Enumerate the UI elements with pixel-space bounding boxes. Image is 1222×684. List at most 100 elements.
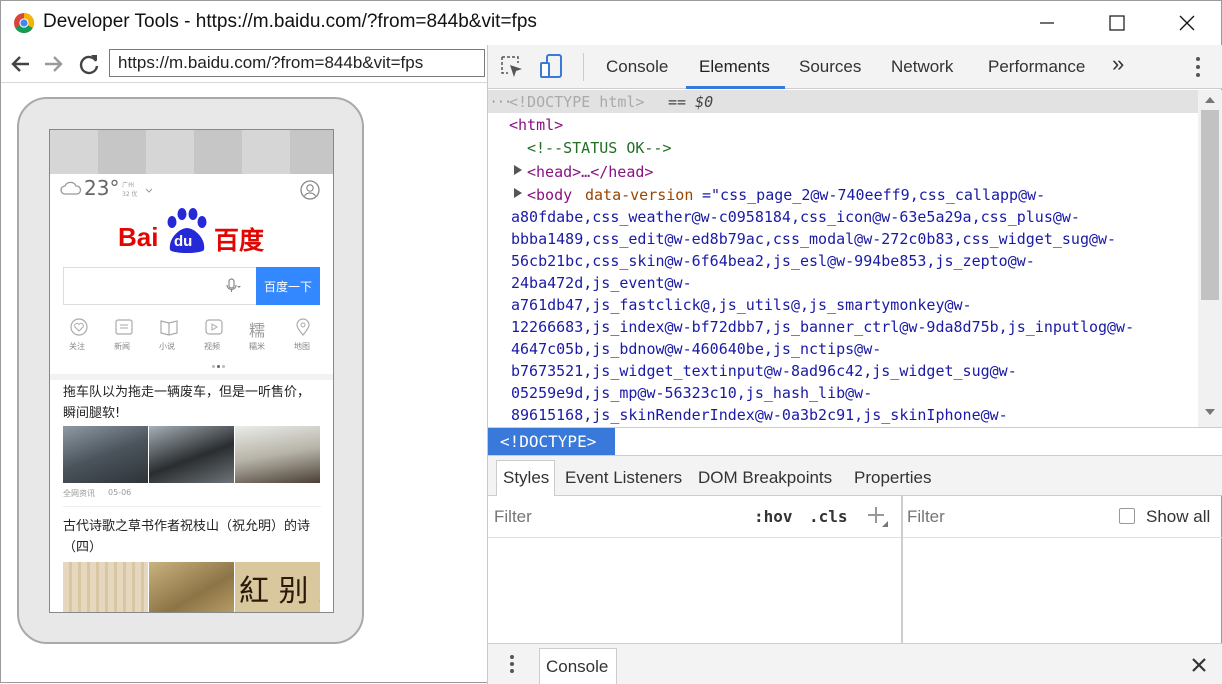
styles-filter-row: :hov .cls Show all [488, 496, 1222, 538]
news-image[interactable] [63, 562, 148, 612]
video-icon[interactable] [205, 318, 223, 336]
dom-body[interactable]: <body [527, 184, 572, 206]
microphone-icon[interactable] [225, 278, 241, 294]
cls-toggle[interactable]: .cls [809, 507, 848, 526]
news-divider [63, 506, 321, 507]
new-style-rule-icon[interactable] [868, 507, 888, 529]
dom-head[interactable]: <head>…</head> [527, 161, 653, 183]
kebab-menu-icon[interactable] [1194, 55, 1202, 79]
tab-dom-breakpoints[interactable]: DOM Breakpoints [698, 468, 832, 488]
close-button[interactable] [1164, 5, 1210, 41]
dom-attr-value-line[interactable]: b7673521,js_widget_textinput@w-8ad96c42,… [511, 360, 1017, 382]
devtools-window: Developer Tools - https://m.baidu.com/?f… [0, 0, 1222, 684]
chrome-logo-icon [14, 13, 34, 33]
book-icon[interactable] [160, 318, 178, 336]
quick-link-label: 关注 [69, 342, 85, 351]
show-all-checkbox[interactable] [1119, 508, 1135, 524]
close-icon [1179, 15, 1195, 31]
elements-dom-tree[interactable]: ··· <!DOCTYPE html> == $0 <html> <!--STA… [488, 90, 1222, 427]
dom-comment[interactable]: <!--STATUS OK--> [527, 137, 672, 159]
inspect-cursor-icon [501, 56, 522, 77]
drawer-tab-console[interactable]: Console [539, 648, 617, 684]
cloud-icon [60, 181, 82, 195]
dom-attr-value-line[interactable]: 56cb21bc,css_skin@w-6f64bea2,js_esl@w-99… [511, 250, 1035, 272]
newspaper-icon[interactable] [115, 318, 133, 336]
styles-computed-divider[interactable] [901, 496, 903, 643]
news-title[interactable]: 古代诗歌之草书作者祝枝山（祝允明）的诗（四） [63, 516, 321, 558]
minimize-icon [1040, 22, 1054, 24]
section-divider [50, 374, 333, 380]
dom-attr-value-line[interactable]: 05259e9d,js_mp@w-56323c10,js_hash_lib@w- [511, 382, 872, 404]
search-button[interactable]: 百度一下 [256, 267, 320, 305]
heart-circle-icon[interactable] [70, 318, 88, 336]
drawer-menu-icon[interactable] [509, 654, 515, 674]
dom-attr-value-line[interactable]: bbba1489,css_edit@w-ed8b79ac,css_modal@w… [511, 228, 1116, 250]
news-image[interactable] [235, 426, 320, 483]
news-image[interactable] [63, 426, 148, 483]
tab-event-listeners[interactable]: Event Listeners [565, 468, 682, 488]
news-title[interactable]: 拖车队以为拖走一辆废车，但是一听售价，瞬间腿软! [63, 382, 321, 424]
expand-triangle-icon[interactable] [513, 188, 523, 198]
quick-link-label: 地图 [294, 342, 310, 351]
dom-tree-scrollbar[interactable] [1198, 90, 1222, 427]
dom-attr-value-line[interactable]: 24ba472d,js_event@w- [511, 272, 692, 294]
title-bar: Developer Tools - https://m.baidu.com/?f… [1, 1, 1221, 45]
status-stripe [290, 130, 333, 174]
status-stripe [50, 130, 98, 174]
map-pin-icon[interactable] [294, 318, 312, 336]
url-input[interactable]: https://m.baidu.com/?from=844b&vit=fps [109, 49, 485, 77]
maximize-button[interactable] [1094, 5, 1140, 41]
tab-performance[interactable]: Performance [988, 57, 1085, 77]
forward-button[interactable] [41, 51, 67, 77]
tab-network[interactable]: Network [891, 57, 953, 77]
carousel-dots [212, 365, 226, 368]
reload-button[interactable] [76, 51, 102, 77]
tab-properties[interactable]: Properties [854, 468, 931, 488]
news-image[interactable] [149, 562, 234, 612]
dom-selected-marker: == $0 [668, 93, 714, 111]
tab-sources[interactable]: Sources [799, 57, 861, 77]
device-toolbar-toggle[interactable] [538, 53, 566, 81]
dom-attr-value-line[interactable]: a761db47,js_fastclick@,js_utils@,js_smar… [511, 294, 972, 316]
dom-body-attr[interactable]: data-version [585, 184, 693, 206]
weather-temperature: 23° [84, 176, 120, 200]
status-stripe [194, 130, 242, 174]
forward-arrow-icon [45, 56, 63, 72]
minimize-button[interactable] [1024, 5, 1070, 41]
baidu-logo: Bai du 百度 [118, 208, 268, 258]
quick-link-label: 视频 [204, 342, 220, 351]
dom-html[interactable]: <html> [509, 114, 563, 136]
toolbar-divider [583, 53, 584, 81]
back-button[interactable] [7, 51, 33, 77]
close-drawer-icon[interactable] [1191, 657, 1207, 673]
dom-attr-value-line[interactable]: ="css_page_2@w-740eeff9,css_callapp@w- [702, 184, 1045, 206]
breadcrumb-item-doctype[interactable]: <!DOCTYPE> [488, 428, 615, 456]
computed-filter-input[interactable] [907, 505, 1067, 529]
window-title: Developer Tools - https://m.baidu.com/?f… [43, 11, 537, 32]
dom-attr-value-line[interactable]: 4647c05b,js_bdnow@w-460640be,js_nctips@w… [511, 338, 881, 360]
dom-doctype[interactable]: <!DOCTYPE html> [509, 91, 644, 113]
scrollbar-thumb[interactable] [1201, 110, 1219, 300]
tab-console[interactable]: Console [606, 57, 668, 77]
more-tabs-icon[interactable]: » [1112, 51, 1124, 77]
emulated-phone-screen[interactable]: 23° 广州 32 优 Bai du 百度 百度一下 糯 关注 新闻 小说 视频… [49, 129, 334, 613]
scroll-up-icon[interactable] [1205, 96, 1215, 104]
nuomi-icon[interactable]: 糯 [249, 317, 265, 341]
inspect-element-button[interactable] [500, 55, 526, 81]
chevron-down-icon[interactable] [145, 188, 153, 194]
quick-link-label: 小说 [159, 342, 175, 351]
news-image[interactable]: 紅 别 之 [235, 562, 320, 612]
news-image[interactable] [149, 426, 234, 483]
hov-toggle[interactable]: :hov [754, 507, 793, 526]
dom-attr-value-line[interactable]: 12266683,js_index@w-bf72dbb7,js_banner_c… [511, 316, 1134, 338]
scroll-down-icon[interactable] [1205, 408, 1215, 416]
dom-attr-value-line[interactable]: 89615168,js_skinRenderIndex@w-0a3b2c91,j… [511, 404, 1008, 426]
tab-elements[interactable]: Elements [699, 57, 770, 77]
styles-filter-input[interactable] [494, 505, 734, 529]
dom-attr-value-line[interactable]: a80fdabe,css_weather@w-c0958184,css_icon… [511, 206, 1080, 228]
user-avatar-icon[interactable] [300, 180, 320, 200]
reload-icon [79, 55, 99, 75]
devtools-tab-bar: Console Elements Sources Network Perform… [488, 45, 1222, 89]
tab-styles[interactable]: Styles [503, 468, 549, 488]
expand-triangle-icon[interactable] [513, 165, 523, 175]
